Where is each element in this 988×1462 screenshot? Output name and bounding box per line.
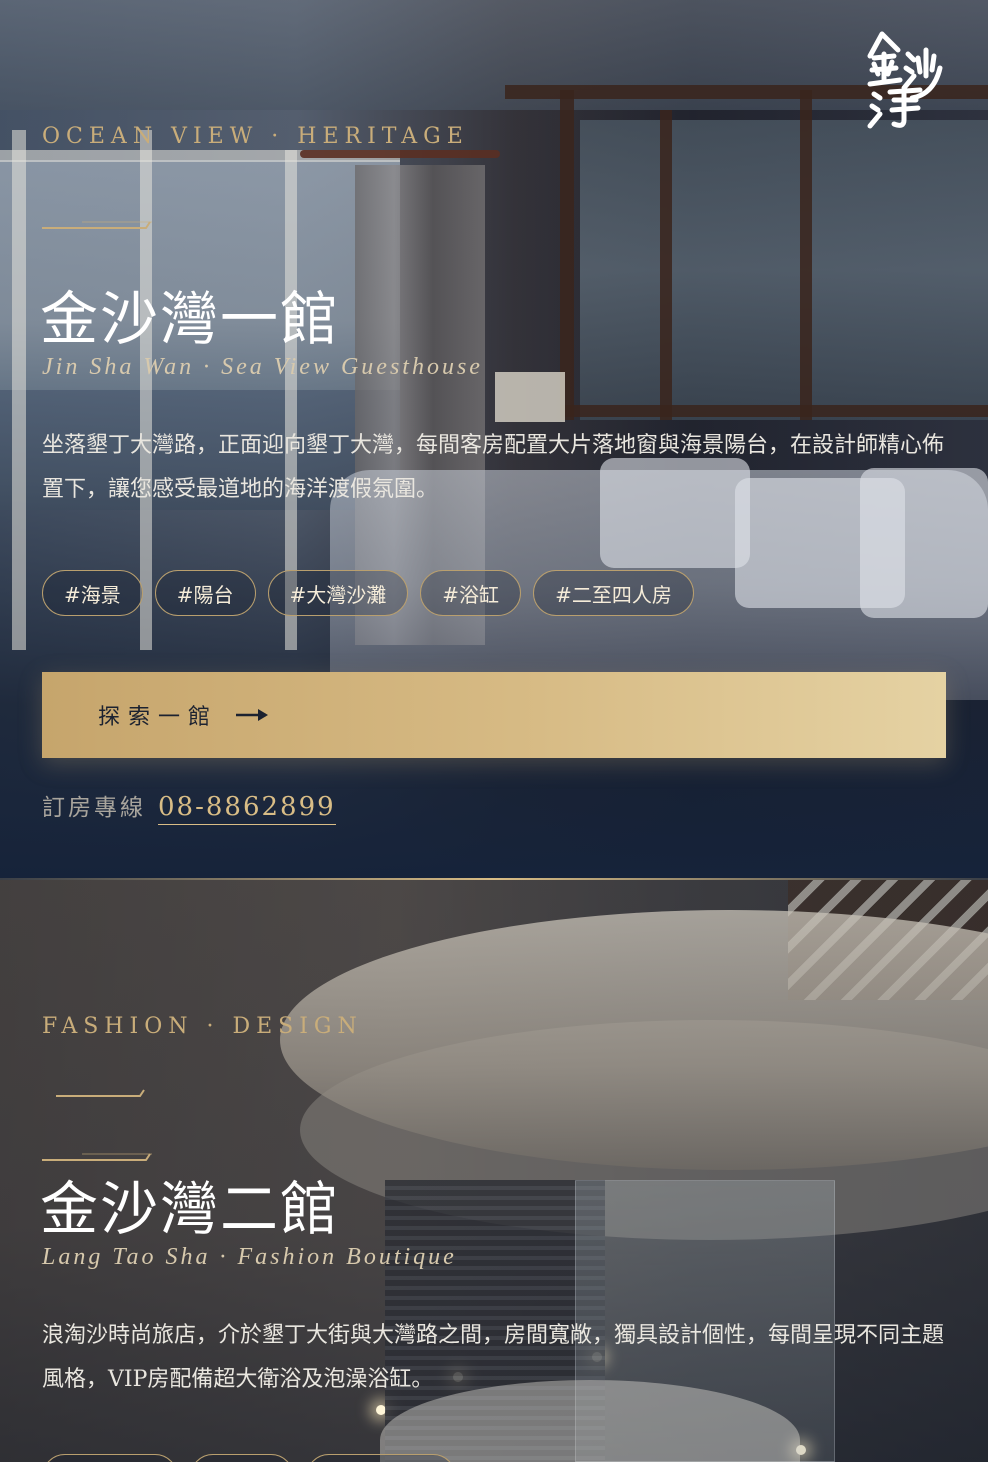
arrow-right-icon xyxy=(236,709,269,721)
brand-logo[interactable] xyxy=(864,24,948,132)
tag[interactable] xyxy=(42,1454,178,1462)
tag-room-size[interactable]: #二至四人房 xyxy=(533,570,694,616)
tag-sea-view[interactable]: #海景 xyxy=(42,570,143,616)
feature-tags xyxy=(42,1454,456,1462)
tag[interactable] xyxy=(306,1454,456,1462)
feature-tags: #海景 #陽台 #大灣沙灘 #浴缸 #二至四人房 xyxy=(42,570,694,616)
hotel-section-1: OCEAN VIEW · HERITAGE 金沙灣一館 Jin Sha Wan … xyxy=(0,0,988,880)
booking-hotline: 訂房專線 08-8862899 xyxy=(42,788,336,825)
tag-bathtub[interactable]: #浴缸 xyxy=(420,570,522,616)
section-eyebrow: OCEAN VIEW · HERITAGE xyxy=(42,124,469,149)
hotline-phone-link[interactable]: 08-8862899 xyxy=(158,792,336,825)
hotel-title: 金沙灣一館 xyxy=(40,285,341,353)
section-eyebrow: FASHION · DESIGN xyxy=(42,1014,363,1039)
hotel-description: 坐落墾丁大灣路，正面迎向墾丁大灣，每間客房配置大片落地窗與海景陽台，在設計師精心… xyxy=(42,433,945,502)
explore-hotel-1-button[interactable]: 探索一館 xyxy=(42,672,946,758)
hotel-subtitle: Jin Sha Wan · Sea View Guesthouse xyxy=(42,354,483,380)
hotel-subtitle: Lang Tao Sha · Fashion Boutique xyxy=(42,1244,457,1270)
tag[interactable] xyxy=(190,1454,294,1462)
gold-ornament-line xyxy=(56,1089,145,1097)
hotel-section-2: FASHION · DESIGN 金沙灣二館 Lang Tao Sha · Fa… xyxy=(0,880,988,1462)
hotline-label: 訂房專線 xyxy=(42,795,146,821)
gold-ornament-line xyxy=(42,221,152,229)
hotel-title: 金沙灣二館 xyxy=(40,1175,341,1243)
hotel-description: 浪淘沙時尚旅店，介於墾丁大街與大灣路之間，房間寬敞，獨具設計個性，每間呈現不同主… xyxy=(42,1323,945,1392)
tag-balcony[interactable]: #陽台 xyxy=(154,570,256,616)
tag-beach[interactable]: #大灣沙灘 xyxy=(267,570,409,616)
explore-button-label: 探索一館 xyxy=(98,705,219,730)
